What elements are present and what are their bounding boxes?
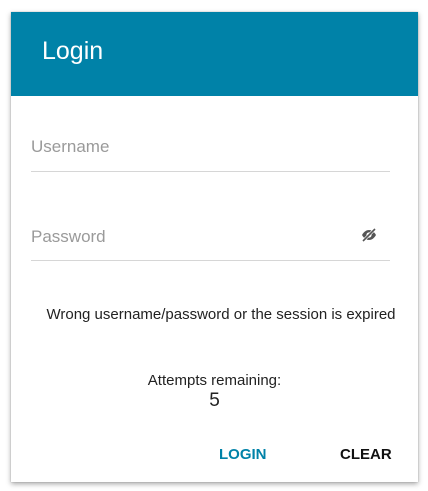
password-field-container bbox=[31, 227, 390, 261]
error-message: Wrong username/password or the session i… bbox=[46, 306, 396, 323]
attempts-remaining-label: Attempts remaining: bbox=[147, 372, 282, 389]
attempts-remaining-value: 5 bbox=[209, 390, 220, 411]
eye-off-icon[interactable] bbox=[361, 227, 377, 243]
dialog-title: Login bbox=[42, 36, 104, 65]
username-input[interactable] bbox=[31, 137, 390, 157]
password-input[interactable] bbox=[31, 227, 351, 247]
clear-button[interactable]: CLEAR bbox=[340, 446, 392, 463]
login-button[interactable]: LOGIN bbox=[219, 446, 267, 463]
username-field-container bbox=[31, 137, 390, 172]
dialog-header: Login bbox=[11, 12, 418, 96]
